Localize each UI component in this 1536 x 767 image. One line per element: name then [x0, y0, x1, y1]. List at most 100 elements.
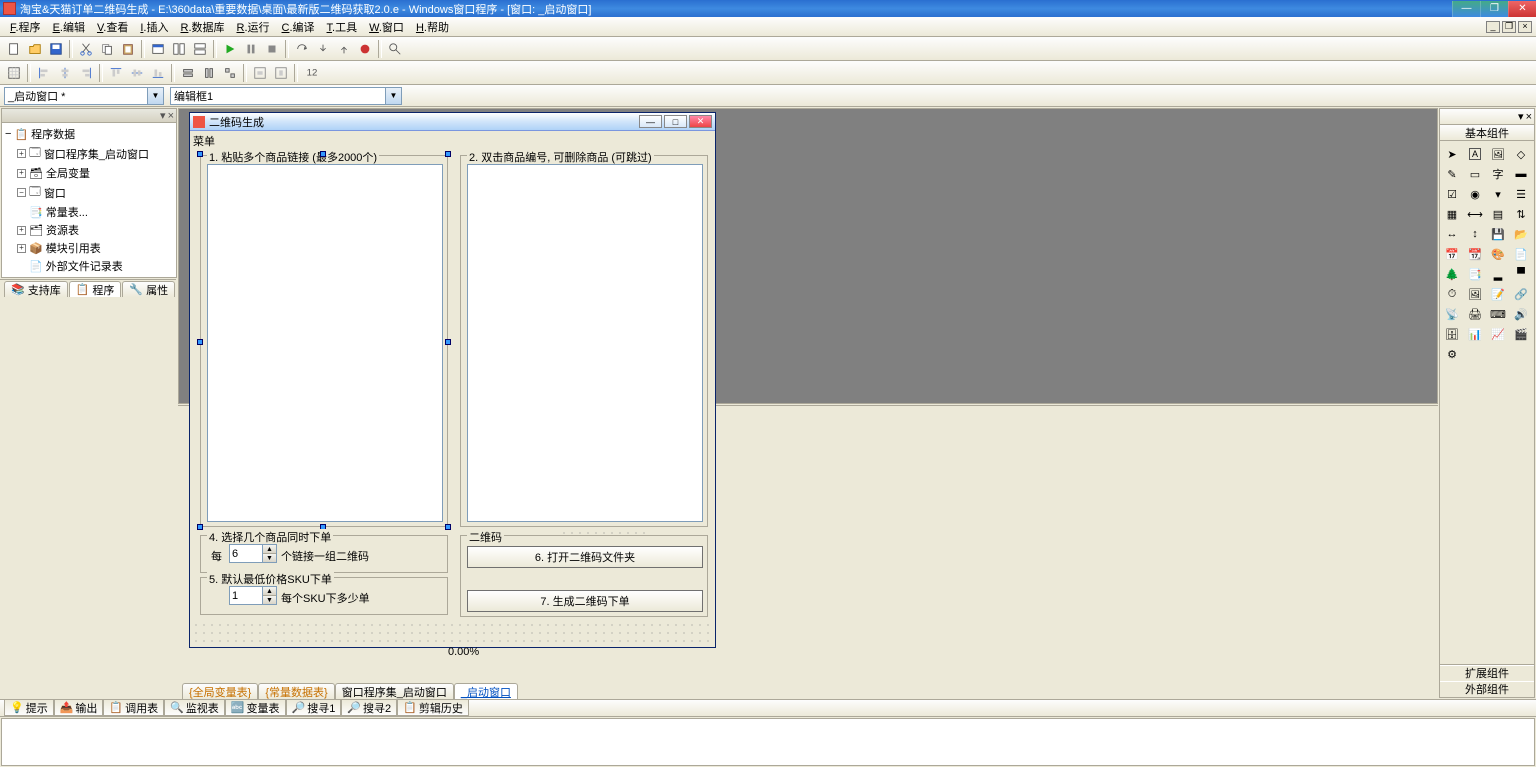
groupbox-5[interactable]: 5. 默认最低价格SKU下单 ▲▼ 每个SKU下多少单: [200, 577, 448, 615]
tool-db-icon[interactable]: 🗄: [1442, 325, 1462, 343]
form-menu-label[interactable]: 菜单: [193, 133, 215, 149]
groupbox-qr[interactable]: 二维码 6. 打开二维码文件夹 7. 生成二维码下单: [460, 535, 708, 617]
selection-handle[interactable]: [445, 339, 451, 345]
align-center-h-icon[interactable]: [55, 63, 75, 83]
output-area[interactable]: [1, 718, 1535, 766]
tool-label-icon[interactable]: A: [1465, 145, 1485, 163]
spin-up-icon[interactable]: ▲: [263, 587, 276, 596]
designer-canvas[interactable]: 二维码生成 — □ ✕ 菜单 1. 粘贴多个商品链接 (最多2000个): [178, 108, 1438, 404]
tool-richtext-icon[interactable]: 📝: [1488, 285, 1508, 303]
tool-slider-icon[interactable]: ⟷: [1465, 205, 1485, 223]
tool-misc-icon[interactable]: ⚙: [1442, 345, 1462, 363]
tool-tab-icon[interactable]: 📑: [1465, 265, 1485, 283]
menu-compile[interactable]: C.编译: [276, 17, 321, 37]
tool-pointer-icon[interactable]: ➤: [1442, 145, 1462, 163]
form-max-icon[interactable]: □: [664, 115, 687, 128]
tb-form-icon[interactable]: [148, 39, 168, 59]
tool-radio-icon[interactable]: ◉: [1465, 185, 1485, 203]
mdi-minimize-icon[interactable]: _: [1486, 21, 1500, 33]
tb-find-icon[interactable]: [385, 39, 405, 59]
tool-list-icon[interactable]: ☰: [1511, 185, 1531, 203]
same-height-icon[interactable]: [199, 63, 219, 83]
spin-up-icon[interactable]: ▲: [263, 545, 276, 554]
spin2-input[interactable]: [230, 587, 262, 604]
menu-edit[interactable]: E.编辑: [47, 17, 91, 37]
groupbox-1[interactable]: 1. 粘贴多个商品链接 (最多2000个): [200, 155, 448, 527]
panel-pin-icon[interactable]: ▾: [1518, 110, 1524, 123]
tool-doc-icon[interactable]: 📄: [1511, 245, 1531, 263]
button-generate-qr[interactable]: 7. 生成二维码下单: [467, 590, 703, 612]
tool-print-icon[interactable]: 🖨: [1465, 305, 1485, 323]
tab-global-vars[interactable]: {全局变量表}: [182, 683, 258, 699]
menu-help[interactable]: H.帮助: [410, 17, 455, 37]
tab-const-data[interactable]: {常量数据表}: [258, 683, 334, 699]
mdi-restore-icon[interactable]: ❐: [1502, 21, 1516, 33]
align-grid-icon[interactable]: [4, 63, 24, 83]
tb-stepover-icon[interactable]: [292, 39, 312, 59]
tree-item[interactable]: −🗔窗口: [5, 182, 173, 203]
same-width-icon[interactable]: [178, 63, 198, 83]
tb-breakpoint-icon[interactable]: [355, 39, 375, 59]
groupbox-4[interactable]: 4. 选择几个商品同时下单 每 ▲▼ 个链接一组二维码: [200, 535, 448, 573]
tool-frame-icon[interactable]: ▭: [1465, 165, 1485, 183]
align-bottom-icon[interactable]: [148, 63, 168, 83]
tool-picture-icon[interactable]: 🖼: [1488, 145, 1508, 163]
tool-media-icon[interactable]: 🎬: [1511, 325, 1531, 343]
tree-root[interactable]: −📋程序数据: [5, 125, 173, 143]
tab-vars[interactable]: 🔤变量表: [225, 700, 286, 716]
button-open-folder[interactable]: 6. 打开二维码文件夹: [467, 546, 703, 568]
tool-combo-icon[interactable]: ▾: [1488, 185, 1508, 203]
tab-support-lib[interactable]: 📚支持库: [4, 281, 68, 297]
minimize-button[interactable]: —: [1452, 1, 1480, 17]
mdi-close-icon[interactable]: ×: [1518, 21, 1532, 33]
spin-links-per-qr[interactable]: ▲▼: [229, 544, 277, 563]
tree-item[interactable]: 📄外部文件记录表: [5, 257, 173, 275]
tool-timer-icon[interactable]: ⏱: [1442, 285, 1462, 303]
tab-clip-history[interactable]: 📋剪辑历史: [397, 700, 469, 716]
align-left-icon[interactable]: [34, 63, 54, 83]
groupbox-2[interactable]: 2. 双击商品编号, 可删除商品 (可跳过): [460, 155, 708, 527]
tool-progress-icon[interactable]: ▤: [1488, 205, 1508, 223]
tool-edit-icon[interactable]: ✎: [1442, 165, 1462, 183]
tool-chart-icon[interactable]: 📈: [1488, 325, 1508, 343]
tool-save-icon[interactable]: 💾: [1488, 225, 1508, 243]
editbox-2[interactable]: [467, 164, 703, 522]
menu-view[interactable]: V.查看: [91, 17, 134, 37]
tab-startup-window[interactable]: _启动窗口: [454, 683, 518, 699]
align-right-icon[interactable]: [76, 63, 96, 83]
tool-sound-icon[interactable]: 🔊: [1511, 305, 1531, 323]
form-close-icon[interactable]: ✕: [689, 115, 712, 128]
tb-copy-icon[interactable]: [97, 39, 117, 59]
menu-run[interactable]: R.运行: [231, 17, 276, 37]
tool-shape-icon[interactable]: ◇: [1511, 145, 1531, 163]
tab-search2[interactable]: 🔎搜寻2: [341, 700, 397, 716]
chevron-down-icon[interactable]: ▼: [385, 88, 401, 104]
tree-item[interactable]: +🗃全局变量: [5, 164, 173, 182]
tab-properties[interactable]: 🔧属性: [122, 281, 175, 297]
tb-stop-icon[interactable]: [262, 39, 282, 59]
tb-layout2-icon[interactable]: [190, 39, 210, 59]
tool-hscroll-icon[interactable]: ↔: [1442, 225, 1462, 243]
close-button[interactable]: ✕: [1508, 1, 1536, 17]
tb-pause-icon[interactable]: [241, 39, 261, 59]
tool-check-icon[interactable]: ☑: [1442, 185, 1462, 203]
spin-sku-orders[interactable]: ▲▼: [229, 586, 277, 605]
tool-ole-icon[interactable]: 🔗: [1511, 285, 1531, 303]
spin-down-icon[interactable]: ▼: [263, 596, 276, 604]
tool-grid-icon[interactable]: ▦: [1442, 205, 1462, 223]
tb-paste-icon[interactable]: [118, 39, 138, 59]
spin1-input[interactable]: [230, 545, 262, 562]
tree-item[interactable]: +📦模块引用表: [5, 239, 173, 257]
tree-item[interactable]: +🗂资源表: [5, 221, 173, 239]
tool-date-icon[interactable]: 📆: [1465, 245, 1485, 263]
panel-close-icon[interactable]: ×: [168, 110, 174, 122]
same-size-icon[interactable]: [220, 63, 240, 83]
form-min-icon[interactable]: —: [639, 115, 662, 128]
selection-handle[interactable]: [320, 151, 326, 157]
tb-new-icon[interactable]: [4, 39, 24, 59]
tab-hint[interactable]: 💡提示: [4, 700, 54, 716]
tool-text-icon[interactable]: 字: [1488, 165, 1508, 183]
panel-pin-icon[interactable]: ▾: [160, 109, 166, 122]
menu-tools[interactable]: T.工具: [321, 17, 364, 37]
tb-stepout-icon[interactable]: [334, 39, 354, 59]
